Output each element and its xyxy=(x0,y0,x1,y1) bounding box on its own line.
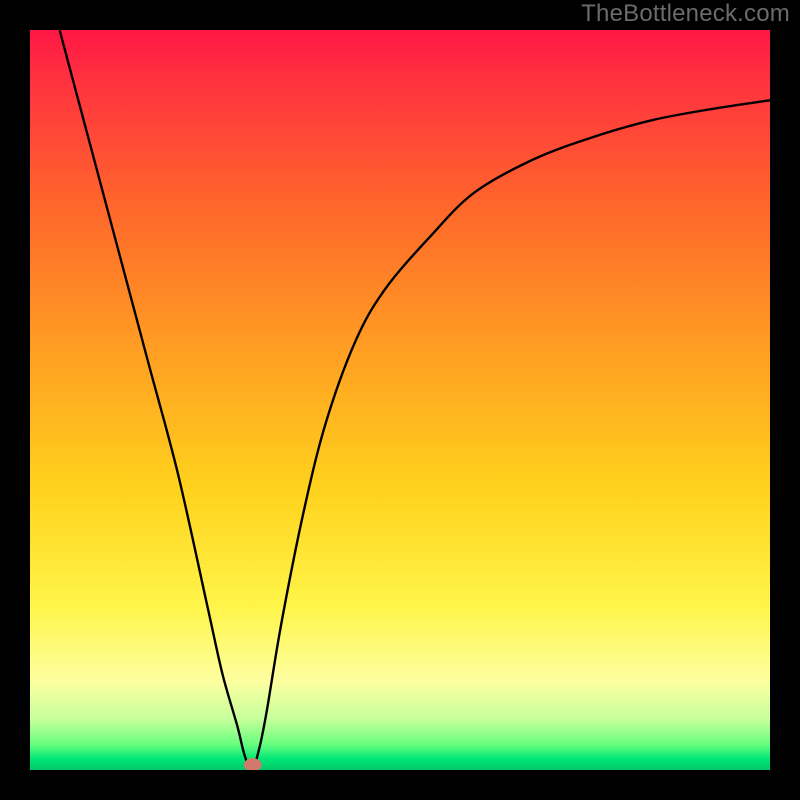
plot-background xyxy=(30,30,770,770)
watermark-text: TheBottleneck.com xyxy=(581,0,790,28)
chart-frame: TheBottleneck.com xyxy=(0,0,800,800)
bottleneck-chart xyxy=(0,0,800,800)
optimal-point-marker xyxy=(244,758,262,771)
